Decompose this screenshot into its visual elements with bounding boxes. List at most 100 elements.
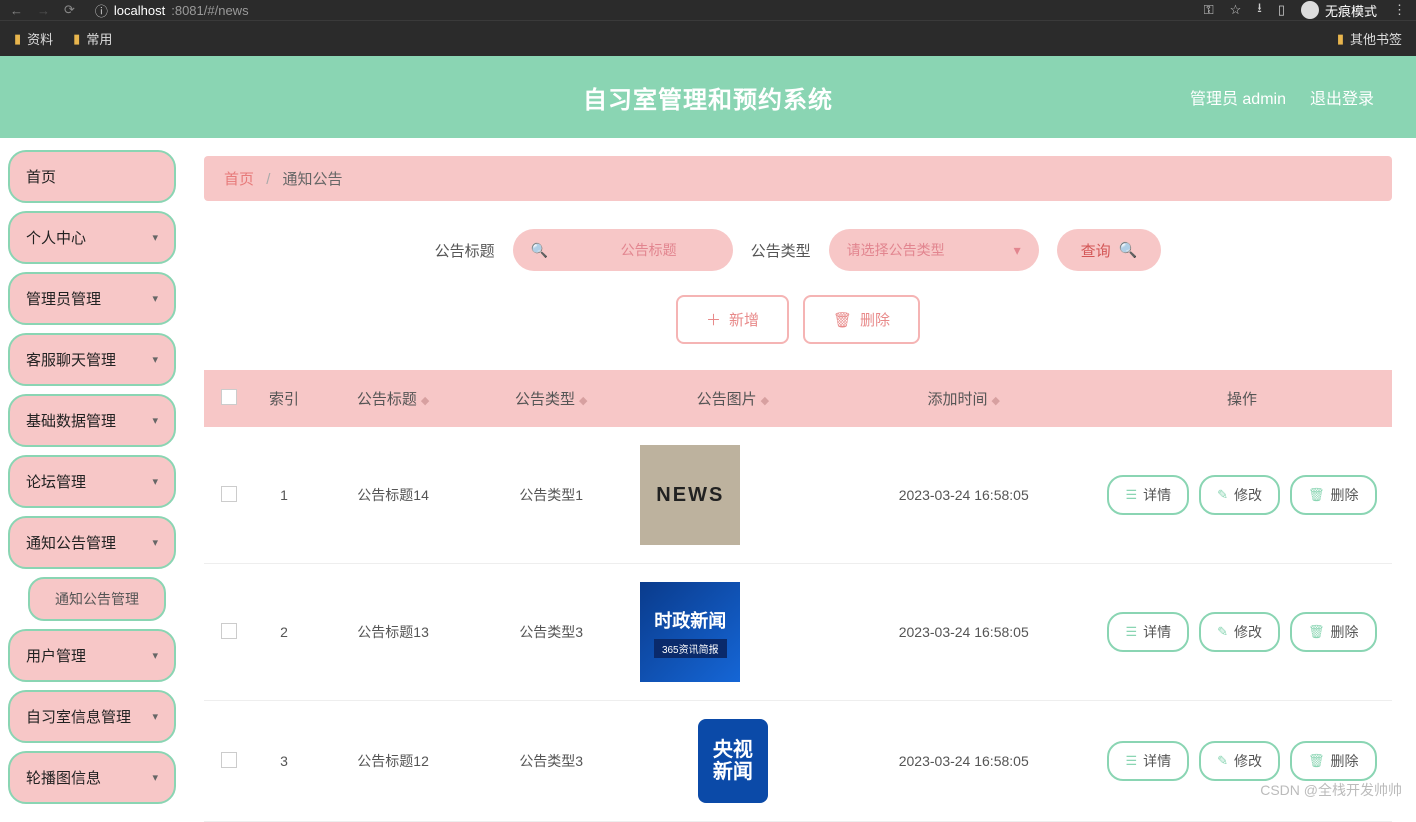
chevron-down-icon: ▾ bbox=[152, 710, 158, 723]
select-placeholder: 请选择公告类型 bbox=[847, 240, 945, 260]
sidebar-item-label: 轮播图信息 bbox=[26, 767, 101, 788]
col-time[interactable]: 添加时间◆ bbox=[835, 370, 1092, 427]
title-input[interactable] bbox=[558, 242, 739, 258]
cell-type: 公告类型3 bbox=[472, 564, 630, 701]
main-content: 首页 / 通知公告 公告标题 🔍 公告类型 请选择公告类型 ▾ 查询 🔍 ＋新增… bbox=[180, 138, 1416, 806]
cell-time: 2023-03-24 16:58:05 bbox=[835, 701, 1092, 822]
sidebar-item-forum[interactable]: 论坛管理 ▾ bbox=[8, 455, 176, 508]
col-title[interactable]: 公告标题◆ bbox=[314, 370, 472, 427]
breadcrumb: 首页 / 通知公告 bbox=[204, 156, 1392, 201]
select-all-checkbox[interactable] bbox=[221, 389, 237, 405]
sidebar-subitem-notice-mgmt[interactable]: 通知公告管理 bbox=[28, 577, 166, 621]
query-label: 查询 bbox=[1081, 240, 1111, 261]
cell-image: NEWS bbox=[640, 445, 740, 545]
list-icon: ☰ bbox=[1125, 753, 1137, 769]
chevron-down-icon: ▾ bbox=[152, 292, 158, 305]
col-type[interactable]: 公告类型◆ bbox=[472, 370, 630, 427]
download-icon[interactable]: ⭳ bbox=[1257, 0, 1262, 21]
star-icon[interactable]: ☆ bbox=[1230, 2, 1242, 18]
detail-button[interactable]: ☰详情 bbox=[1107, 612, 1189, 652]
data-table: 索引 公告标题◆ 公告类型◆ 公告图片◆ 添加时间◆ 操作 1 公告标题14 公… bbox=[204, 370, 1392, 822]
folder-icon: ▮ bbox=[14, 31, 21, 47]
logout-link[interactable]: 退出登录 bbox=[1310, 85, 1374, 109]
sidebar-item-chat[interactable]: 客服聊天管理▾ bbox=[8, 333, 176, 386]
row-checkbox[interactable] bbox=[221, 486, 237, 502]
search-label-title: 公告标题 bbox=[435, 240, 495, 261]
sidebar-item-profile[interactable]: 个人中心▾ bbox=[8, 211, 176, 264]
type-select[interactable]: 请选择公告类型 ▾ bbox=[829, 229, 1039, 271]
reader-icon[interactable]: ▯ bbox=[1278, 2, 1285, 18]
sidebar-item-label: 个人中心 bbox=[26, 227, 86, 248]
sort-icon: ◆ bbox=[761, 395, 769, 407]
app-header: 自习室管理和预约系统 管理员 admin 退出登录 bbox=[0, 56, 1416, 138]
plus-icon: ＋ bbox=[706, 309, 721, 330]
edit-icon: ✎ bbox=[1217, 487, 1228, 503]
reload-icon[interactable]: ⟳ bbox=[64, 2, 75, 18]
delete-button[interactable]: 🗑删除 bbox=[803, 295, 920, 344]
chevron-down-icon: ▾ bbox=[152, 475, 158, 488]
col-image[interactable]: 公告图片◆ bbox=[630, 370, 835, 427]
sidebar-item-label: 首页 bbox=[26, 166, 56, 187]
row-delete-button[interactable]: 🗑删除 bbox=[1290, 475, 1377, 515]
back-icon[interactable]: ← bbox=[10, 3, 23, 18]
info-icon: ⓘ bbox=[95, 1, 108, 20]
sidebar-item-label: 管理员管理 bbox=[26, 288, 101, 309]
breadcrumb-current: 通知公告 bbox=[283, 171, 343, 188]
edit-button[interactable]: ✎修改 bbox=[1199, 475, 1280, 515]
sidebar-item-user[interactable]: 用户管理▾ bbox=[8, 629, 176, 682]
bookmark-other[interactable]: ▮ 其他书签 bbox=[1337, 29, 1402, 48]
cell-index: 2 bbox=[254, 564, 314, 701]
col-ops: 操作 bbox=[1092, 370, 1392, 427]
row-checkbox[interactable] bbox=[221, 623, 237, 639]
delete-label: 删除 bbox=[860, 309, 890, 330]
sidebar-item-room[interactable]: 自习室信息管理▾ bbox=[8, 690, 176, 743]
sort-icon: ◆ bbox=[579, 395, 587, 407]
bookmark-folder[interactable]: ▮ 资料 bbox=[14, 29, 53, 48]
forward-icon[interactable]: → bbox=[37, 3, 50, 18]
detail-button[interactable]: ☰详情 bbox=[1107, 741, 1189, 781]
bookmark-folder[interactable]: ▮常用 bbox=[73, 29, 112, 48]
incognito-indicator: 无痕模式 bbox=[1301, 1, 1377, 20]
list-icon: ☰ bbox=[1125, 487, 1137, 503]
cell-title: 公告标题13 bbox=[314, 564, 472, 701]
cell-index: 1 bbox=[254, 427, 314, 564]
browser-address-bar: ← → ⟳ ⓘ localhost:8081/#/news ⚿ ☆ ⭳ ▯ 无痕… bbox=[0, 0, 1416, 20]
bookmark-label: 其他书签 bbox=[1350, 29, 1402, 48]
key-icon[interactable]: ⚿ bbox=[1204, 2, 1214, 18]
cell-title: 公告标题12 bbox=[314, 701, 472, 822]
query-button[interactable]: 查询 🔍 bbox=[1057, 229, 1162, 271]
list-icon: ☰ bbox=[1125, 624, 1137, 640]
menu-icon[interactable]: ⋮ bbox=[1393, 2, 1406, 18]
edit-button[interactable]: ✎修改 bbox=[1199, 612, 1280, 652]
detail-button[interactable]: ☰详情 bbox=[1107, 475, 1189, 515]
bookmark-label: 资料 bbox=[27, 29, 53, 48]
app-title: 自习室管理和预约系统 bbox=[583, 80, 833, 115]
watermark: CSDN @全栈开发帅帅 bbox=[1260, 780, 1402, 800]
user-label[interactable]: 管理员 admin bbox=[1190, 85, 1286, 109]
sidebar-item-admin[interactable]: 管理员管理 ▾ bbox=[8, 272, 176, 325]
add-button[interactable]: ＋新增 bbox=[676, 295, 789, 344]
table-row: 1 公告标题14 公告类型1 NEWS 2023-03-24 16:58:05 … bbox=[204, 427, 1392, 564]
sidebar-item-label: 论坛管理 bbox=[26, 471, 86, 492]
sidebar-item-carousel[interactable]: 轮播图信息▾ bbox=[8, 751, 176, 804]
table-row: 3 公告标题12 公告类型3 央视 新闻 2023-03-24 16:58:05… bbox=[204, 701, 1392, 822]
sidebar-item-basedata[interactable]: 基础数据管理▾ bbox=[8, 394, 176, 447]
sidebar-item-home[interactable]: 首页 bbox=[8, 150, 176, 203]
cell-image: 时政新闻365资讯简报 bbox=[640, 582, 740, 682]
row-delete-button[interactable]: 🗑删除 bbox=[1290, 741, 1377, 781]
trash-icon: 🗑 bbox=[1308, 487, 1325, 503]
edit-icon: ✎ bbox=[1217, 624, 1228, 640]
search-icon: 🔍 bbox=[1119, 241, 1138, 259]
bookmark-label: 常用 bbox=[86, 29, 112, 48]
row-delete-button[interactable]: 🗑删除 bbox=[1290, 612, 1377, 652]
search-input-title[interactable]: 🔍 bbox=[513, 229, 733, 271]
url-path: :8081/#/news bbox=[171, 3, 248, 18]
sidebar-item-notice[interactable]: 通知公告管理▾ bbox=[8, 516, 176, 569]
row-checkbox[interactable] bbox=[221, 752, 237, 768]
folder-icon: ▮ bbox=[1337, 31, 1344, 47]
address-url[interactable]: ⓘ localhost:8081/#/news bbox=[95, 1, 249, 20]
breadcrumb-home[interactable]: 首页 bbox=[224, 171, 254, 188]
edit-button[interactable]: ✎修改 bbox=[1199, 741, 1280, 781]
cell-type: 公告类型1 bbox=[472, 427, 630, 564]
sidebar-item-label: 基础数据管理 bbox=[26, 410, 116, 431]
